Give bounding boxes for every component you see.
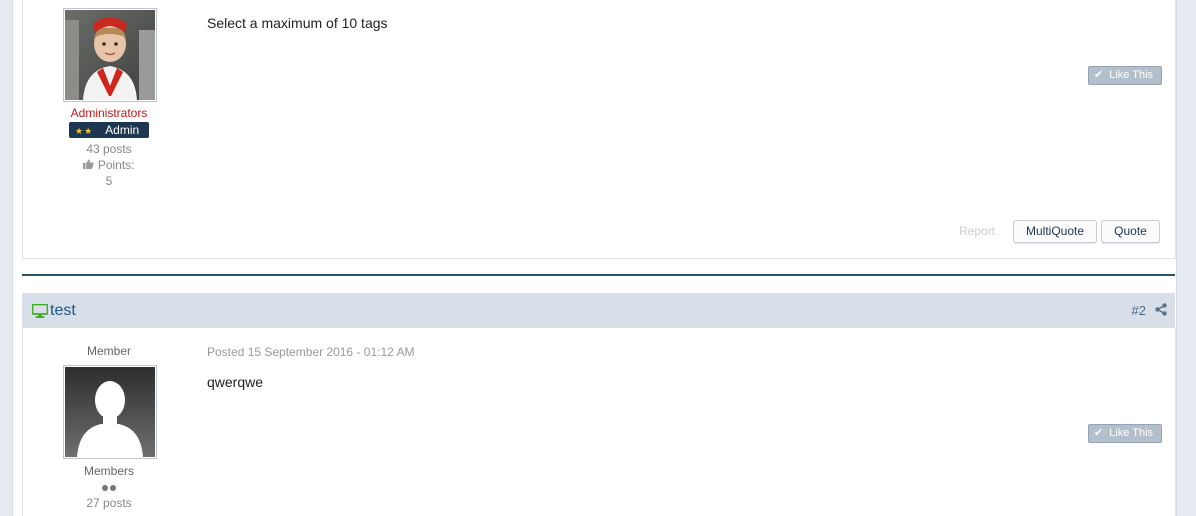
points-line: Points: [54,157,164,173]
posts-count: 43 posts [86,142,132,156]
rank-badge: ★★ Admin [69,122,149,138]
quote-button[interactable]: Quote [1101,220,1160,243]
posts-count: 27 posts [86,496,132,510]
points-value: 5 [105,174,113,188]
author-group: Administrators [70,106,148,120]
monitor-icon [31,303,49,323]
default-avatar-icon [65,367,155,457]
member-title: Member [86,344,131,358]
thumbs-up-icon [83,158,97,172]
page-background-right [1176,0,1196,516]
post-number-link[interactable]: #2 [1132,303,1146,318]
post-2-author-title: Member [54,344,164,358]
posted-date: Posted 15 September 2016 - 01:12 AM [207,345,415,359]
avatar-photo [65,10,155,100]
post-2-header: test #2 [22,293,1175,328]
page-background-left [0,0,12,516]
like-button[interactable]: ✔ Like This [1088,424,1162,443]
author-name-link[interactable]: test [50,302,76,320]
like-button[interactable]: ✔ Like This [1088,66,1162,85]
check-icon: ✔ [1094,427,1104,439]
avatar[interactable] [63,365,157,459]
like-label: Like This [1109,427,1154,439]
post-2-author-info: Members 27 posts [54,464,164,511]
author-group: Members [83,464,134,478]
report-link[interactable]: Report [959,224,995,238]
like-label: Like This [1109,69,1154,81]
rank-label: Admin [105,123,140,137]
post-2: Member Members 27 posts Posted 15 Septem… [22,328,1176,516]
rank-pips [101,480,117,494]
post-1-author-info: Administrators ★★ Admin 43 posts Points: … [54,106,164,189]
share-icon[interactable] [1155,303,1167,321]
post-1: Administrators ★★ Admin 43 posts Points: … [22,0,1176,259]
points-label: Points: [97,158,135,172]
multiquote-button[interactable]: MultiQuote [1013,220,1097,243]
avatar[interactable] [63,8,157,102]
topic-content: Administrators ★★ Admin 43 posts Points: … [12,0,1177,516]
rank-pip [110,485,116,491]
rank-stars-icon: ★★ [75,126,94,136]
post-1-body: Select a maximum of 10 tags [207,15,388,31]
check-icon: ✔ [1094,69,1104,81]
post-2-body: qwerqwe [207,374,264,390]
post-separator [22,274,1175,276]
rank-pip [102,485,108,491]
